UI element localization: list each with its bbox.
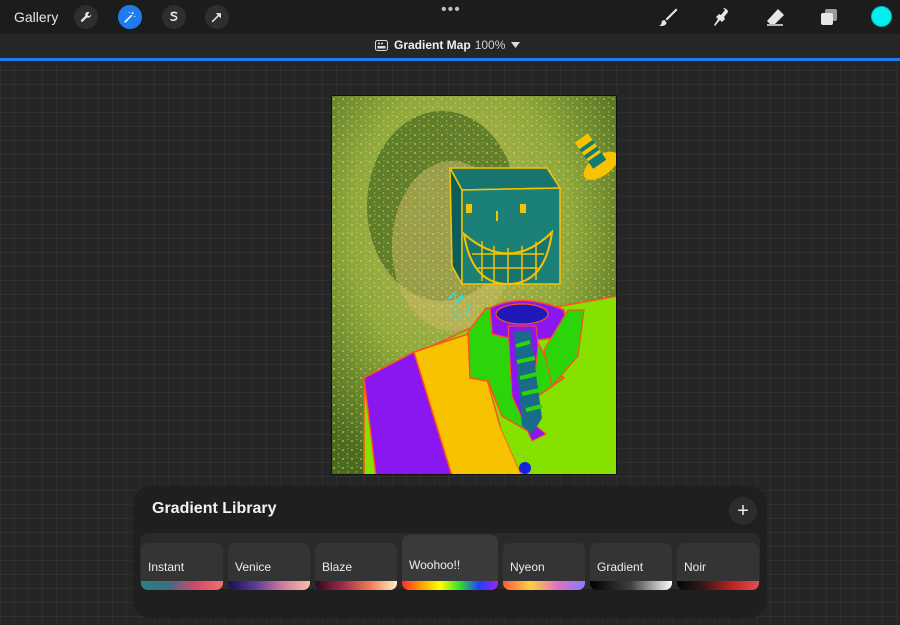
smudge-button[interactable] — [709, 6, 733, 28]
layers-button[interactable] — [817, 6, 841, 28]
gradient-card-nyeon[interactable]: Nyeon — [503, 543, 585, 590]
eraser-icon — [767, 9, 784, 26]
gradient-label: Woohoo!! — [409, 558, 461, 572]
selection-icon — [170, 11, 178, 22]
gradient-preview — [590, 581, 672, 590]
gradient-library-panel: Gradient Library + Instant Venice Blaze … — [133, 486, 767, 618]
gradient-preview — [141, 581, 223, 590]
eraser-button[interactable] — [763, 6, 787, 28]
brush-icon — [659, 8, 678, 26]
gradient-card-venice[interactable]: Venice — [228, 543, 310, 590]
gradient-label: Instant — [148, 560, 185, 574]
artwork-image — [332, 96, 616, 474]
add-gradient-button[interactable]: + — [729, 497, 757, 525]
more-options-icon[interactable]: ••• — [441, 1, 461, 19]
gradient-label: Noir — [684, 560, 707, 574]
gradient-label: Nyeon — [510, 560, 545, 574]
gradient-label: Venice — [235, 560, 272, 574]
adjustment-slider-bar[interactable] — [0, 58, 900, 61]
gradient-map-icon — [375, 39, 388, 51]
adjustments-button[interactable] — [118, 5, 142, 29]
adjustment-title: Gradient Map — [394, 38, 471, 52]
canvas-artwork[interactable] — [331, 95, 617, 475]
transform-arrow-icon — [211, 13, 221, 23]
adjustment-opacity: 100% — [474, 38, 506, 52]
smudge-icon — [714, 8, 728, 26]
brush-button[interactable] — [656, 6, 680, 28]
gradient-card-woohoo[interactable]: Woohoo!! — [402, 535, 498, 590]
gradient-preview — [228, 581, 310, 590]
gallery-button[interactable]: Gallery — [14, 9, 58, 25]
layers-icon — [821, 9, 837, 25]
wrench-icon — [80, 11, 92, 22]
gradient-card-gradient[interactable]: Gradient — [590, 543, 672, 590]
actions-button[interactable] — [74, 5, 98, 29]
gradient-preview — [677, 581, 759, 590]
gradient-preview — [503, 581, 585, 590]
adjustment-bar: Gradient Map 100% — [0, 34, 900, 58]
color-picker-swatch[interactable] — [871, 6, 892, 27]
gradient-label: Blaze — [322, 560, 353, 574]
magic-wand-icon — [124, 11, 136, 23]
gradient-preview — [315, 581, 397, 590]
adjustment-selector[interactable]: Gradient Map 100% — [375, 38, 521, 52]
transform-button[interactable] — [205, 5, 229, 29]
top-toolbar: Gallery ••• — [0, 0, 900, 34]
gradient-preview — [402, 581, 498, 590]
plus-icon: + — [737, 500, 749, 522]
gradient-card-noir[interactable]: Noir — [677, 543, 759, 590]
gradient-card-blaze[interactable]: Blaze — [315, 543, 397, 590]
selection-button[interactable] — [162, 5, 186, 29]
gradient-label: Gradient — [597, 560, 644, 574]
chevron-down-icon — [511, 42, 521, 48]
panel-title: Gradient Library — [152, 500, 277, 517]
gradient-card-instant[interactable]: Instant — [141, 543, 223, 590]
